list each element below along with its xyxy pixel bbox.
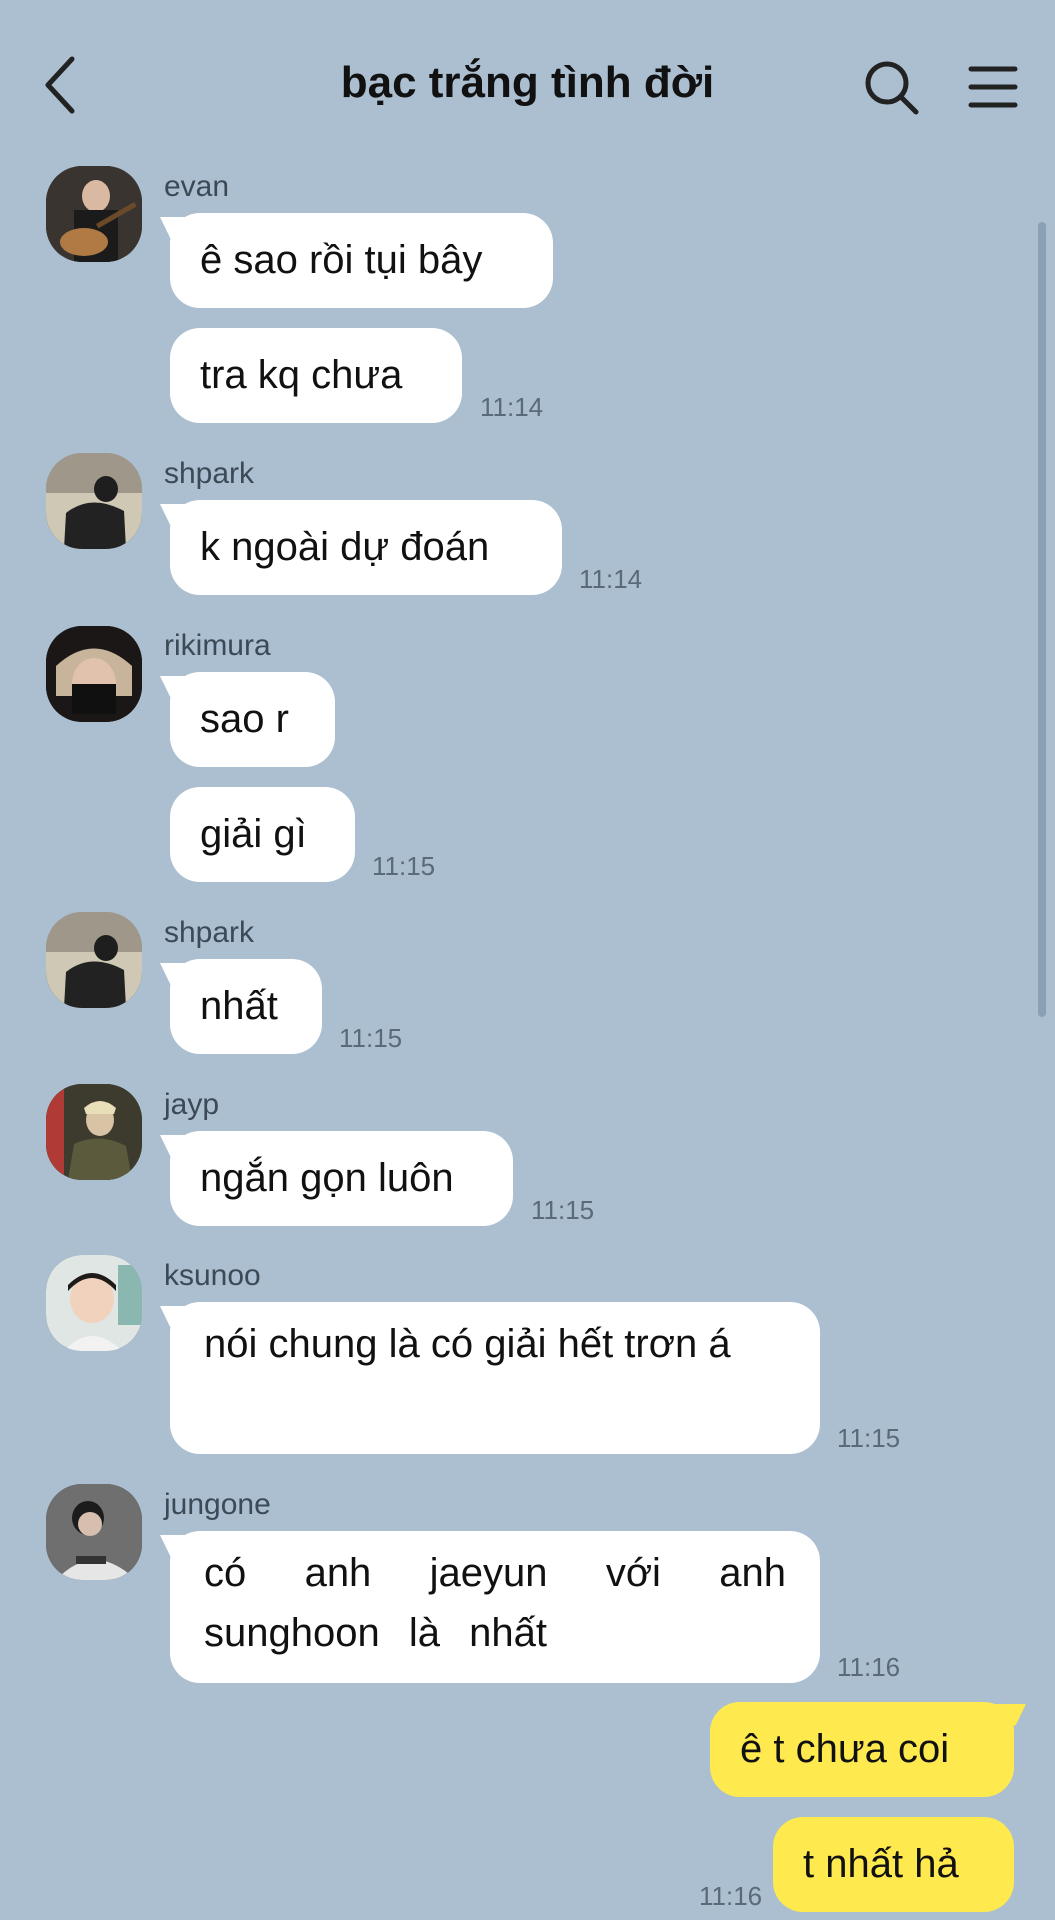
message-time: 11:16 [699, 1881, 763, 1911]
sender-name: ksunoo [164, 1259, 261, 1292]
message-time: 11:15 [372, 851, 436, 881]
chat-header: bạc trắng tình đời [0, 0, 1055, 170]
message-bubble[interactable]: nói chung là có giải hết trơn á [170, 1302, 820, 1454]
sender-name: shpark [164, 457, 255, 490]
avatar-ksunoo[interactable] [46, 1255, 142, 1351]
avatar-rikimura[interactable] [46, 626, 142, 722]
avatar-shpark[interactable] [46, 453, 142, 549]
my-message-bubble[interactable]: t nhất hả [773, 1817, 1014, 1912]
message-bubble[interactable]: tra kq chưa [170, 328, 462, 423]
message-bubble[interactable]: k ngoài dự đoán [170, 500, 562, 595]
sender-name: evan [164, 170, 230, 203]
sender-name: jayp [164, 1088, 220, 1121]
avatar-evan[interactable] [46, 166, 142, 262]
message-time: 11:15 [531, 1195, 595, 1225]
avatar-jayp[interactable] [46, 1084, 142, 1180]
avatar-jungone[interactable] [46, 1484, 142, 1580]
message-bubble[interactable]: ngắn gọn luôn [170, 1131, 513, 1226]
sender-name: shpark [164, 916, 255, 949]
message-bubble[interactable]: có anh jaeyun với anh sunghoon là nhất [170, 1531, 820, 1683]
avatar-shpark[interactable] [46, 912, 142, 1008]
search-icon[interactable] [862, 58, 922, 118]
scrollbar[interactable] [1038, 222, 1046, 1017]
sender-name: jungone [164, 1488, 271, 1521]
message-time: 11:14 [579, 564, 643, 594]
message-time: 11:14 [480, 392, 544, 422]
message-time: 11:15 [339, 1023, 403, 1053]
message-time: 11:15 [837, 1423, 901, 1453]
my-message-bubble[interactable]: ê t chưa coi [710, 1702, 1014, 1797]
message-bubble[interactable]: sao r [170, 672, 335, 767]
menu-icon[interactable] [968, 62, 1018, 112]
message-time: 11:16 [837, 1652, 901, 1682]
sender-name: rikimura [164, 629, 271, 662]
message-bubble[interactable]: ê sao rồi tụi bây [170, 213, 553, 308]
message-bubble[interactable]: giải gì [170, 787, 355, 882]
message-bubble[interactable]: nhất [170, 959, 322, 1054]
